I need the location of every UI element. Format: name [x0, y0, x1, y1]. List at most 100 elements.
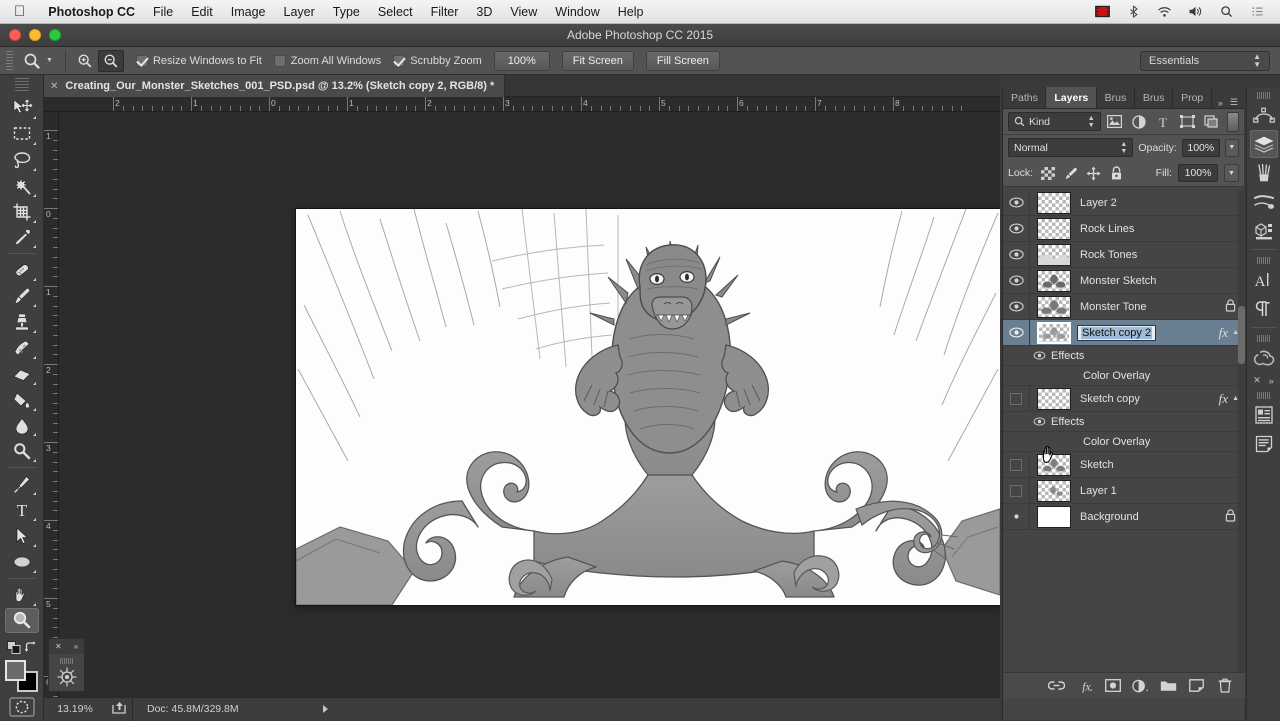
document-tab[interactable]: ✕ Creating_Our_Monster_Sketches_001_PSD.… [44, 75, 505, 97]
layer-effects-fx-icon[interactable]: fx [1219, 325, 1228, 341]
layer-name[interactable]: Monster Tone [1080, 301, 1225, 313]
bluetooth-icon[interactable] [1125, 4, 1142, 19]
apple-menu-icon[interactable]:  [14, 4, 25, 19]
menu-view[interactable]: View [501, 5, 546, 19]
mini-panel-grip[interactable] [60, 658, 74, 664]
rectangular-marquee-tool[interactable] [5, 121, 39, 147]
crop-tool[interactable] [5, 199, 39, 225]
tab-layers[interactable]: Layers [1046, 87, 1096, 108]
dock-grip[interactable] [1257, 335, 1271, 342]
table-row[interactable]: Sketch copy fx ▲ [1003, 386, 1245, 412]
blur-tool[interactable] [5, 413, 39, 439]
effects-visibility-toggle[interactable] [1003, 351, 1051, 360]
zoom-100-percent-button[interactable]: 100% [494, 51, 550, 71]
table-row[interactable]: Layer 1 [1003, 478, 1245, 504]
lock-transparent-pixels-icon[interactable] [1039, 165, 1056, 182]
layer-name[interactable]: Rock Lines [1080, 223, 1245, 235]
paragraph-panel-icon[interactable] [1250, 295, 1278, 323]
layer-name[interactable]: Layer 2 [1080, 197, 1245, 209]
zoom-tool-icon[interactable] [19, 50, 45, 72]
brush-panel-icon[interactable] [1250, 159, 1278, 187]
volume-icon[interactable] [1187, 4, 1204, 19]
hand-tool[interactable] [5, 582, 39, 608]
layer-thumbnail[interactable] [1037, 388, 1071, 410]
filter-adjustment-icon[interactable] [1129, 112, 1149, 132]
tab-paths[interactable]: Paths [1003, 87, 1046, 108]
layer-visibility-toggle[interactable] [1003, 504, 1030, 530]
menu-file[interactable]: File [144, 5, 182, 19]
paths-panel-icon[interactable] [1250, 101, 1278, 129]
layer-lock-icon[interactable] [1225, 509, 1236, 525]
zoom-level[interactable]: 13.19% [44, 703, 106, 715]
toolbar-grip[interactable] [15, 78, 29, 93]
layer-effects-fx-icon[interactable]: fx [1219, 391, 1228, 407]
close-icon[interactable]: ✕ [1253, 375, 1261, 386]
brush-tool[interactable] [5, 283, 39, 309]
properties-panel-icon[interactable] [1250, 401, 1278, 429]
magic-wand-tool[interactable] [5, 173, 39, 199]
tool-preset-chevron-icon[interactable]: ▼ [46, 57, 53, 64]
layer-thumbnail[interactable] [1037, 192, 1071, 214]
spotlight-search-icon[interactable] [1218, 4, 1235, 19]
layer-visibility-toggle[interactable] [1003, 190, 1030, 216]
fill-screen-button[interactable]: Fill Screen [646, 51, 720, 71]
expand-panels-icon[interactable]: » [1269, 376, 1274, 386]
layer-name-input[interactable]: Sketch copy 2 [1077, 325, 1156, 341]
dock-grip[interactable] [1257, 392, 1271, 399]
character-panel-icon[interactable]: A [1250, 266, 1278, 294]
artboard[interactable] [296, 209, 1000, 605]
menu-help[interactable]: Help [609, 5, 653, 19]
table-row-selected[interactable]: Sketch copy 2 fx ▲ [1003, 320, 1245, 346]
filter-pixel-icon[interactable] [1105, 112, 1125, 132]
fill-input[interactable]: 100% [1178, 164, 1218, 182]
blend-mode-dropdown[interactable]: Normal ▲▼ [1008, 138, 1133, 157]
table-row[interactable]: Monster Sketch [1003, 268, 1245, 294]
gradient-tool[interactable] [5, 387, 39, 413]
move-tool[interactable] [5, 95, 39, 121]
menu-3d[interactable]: 3D [467, 5, 501, 19]
zoom-out-button[interactable] [98, 50, 124, 72]
share-icon[interactable] [106, 701, 132, 717]
new-group-icon[interactable] [1160, 677, 1177, 694]
menu-photoshop-cc[interactable]: Photoshop CC [39, 5, 144, 19]
layer-list[interactable]: Layer 2 Rock Lines Rock Tones [1003, 190, 1245, 676]
layer-name[interactable]: Layer 1 [1080, 485, 1245, 497]
fill-slider-button[interactable]: ▼ [1224, 164, 1239, 182]
add-layer-mask-icon[interactable] [1104, 677, 1121, 694]
options-bar-grip[interactable] [6, 51, 13, 71]
table-row[interactable]: Monster Tone [1003, 294, 1245, 320]
effect-name[interactable]: Color Overlay [1083, 436, 1150, 448]
menu-image[interactable]: Image [222, 5, 275, 19]
effects-visibility-toggle[interactable] [1003, 417, 1051, 426]
close-icon[interactable]: ✕ [55, 642, 62, 651]
close-icon[interactable]: ✕ [50, 81, 58, 92]
menu-type[interactable]: Type [324, 5, 369, 19]
expand-status-icon[interactable] [323, 705, 328, 713]
layer-visibility-toggle[interactable] [1003, 268, 1030, 294]
creative-cloud-libraries-icon[interactable] [1250, 344, 1278, 372]
layer-visibility-toggle[interactable] [1003, 320, 1030, 346]
tab-brush-presets[interactable]: Brus [1135, 87, 1173, 108]
layer-thumbnail[interactable] [1037, 480, 1071, 502]
zoom-all-windows-checkbox[interactable]: Zoom All Windows [274, 55, 381, 67]
menu-layer[interactable]: Layer [275, 5, 324, 19]
history-brush-tool[interactable] [5, 335, 39, 361]
resize-windows-to-fit-checkbox[interactable]: Resize Windows to Fit [136, 55, 262, 67]
delete-layer-icon[interactable] [1216, 677, 1233, 694]
menu-select[interactable]: Select [369, 5, 422, 19]
layer-thumbnail[interactable] [1037, 270, 1071, 292]
collapsed-brush-panel[interactable]: ✕ » [48, 638, 85, 692]
layer-thumbnail[interactable] [1037, 218, 1071, 240]
default-colors-icon[interactable] [7, 641, 22, 658]
type-tool[interactable]: T [5, 497, 39, 523]
add-layer-style-icon[interactable]: fx [1076, 677, 1093, 694]
dock-grip[interactable] [1257, 92, 1271, 99]
filter-type-icon[interactable]: T [1153, 112, 1173, 132]
layer-name[interactable]: Background [1080, 511, 1225, 523]
scrubby-zoom-checkbox[interactable]: Scrubby Zoom [393, 55, 482, 67]
new-adjustment-layer-icon[interactable] [1132, 677, 1149, 694]
table-row[interactable]: Layer 2 [1003, 190, 1245, 216]
swap-colors-icon[interactable] [24, 641, 38, 657]
fit-screen-button[interactable]: Fit Screen [562, 51, 634, 71]
notes-panel-icon[interactable] [1250, 430, 1278, 458]
